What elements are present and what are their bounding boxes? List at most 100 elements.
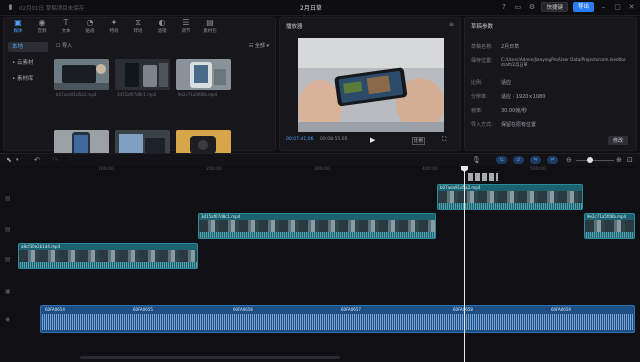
play-icon[interactable]: ▶: [370, 136, 375, 144]
tool-text[interactable]: T 文本: [56, 18, 76, 34]
media-thumb[interactable]: [176, 59, 231, 90]
info-key: 分辨率:: [471, 94, 488, 100]
ruler-tick: 100:00: [98, 167, 114, 172]
info-row: 帧率: 30.00帧/秒: [471, 107, 527, 114]
tool-transition[interactable]: ⧖ 转场: [128, 18, 148, 34]
track-lock-icon[interactable]: ▤: [5, 195, 11, 202]
filter-icon: ◐: [158, 18, 166, 27]
undo-icon[interactable]: ↶: [34, 156, 40, 164]
tool-template[interactable]: ▤ 素材包: [200, 18, 220, 34]
tool-filter[interactable]: ◐ 滤镜: [152, 18, 172, 34]
clip-waveform: [585, 232, 634, 238]
fullscreen-icon[interactable]: ⛶: [442, 136, 446, 144]
linkage-toggle-icon[interactable]: ⇋: [530, 156, 541, 164]
clip-name: b07aea91d5a2.mp4: [440, 185, 481, 190]
info-key: 比例:: [471, 80, 483, 86]
thumb-filename: 9e2c71a5f06b.mp4: [178, 92, 218, 97]
tool-adjust[interactable]: ☰ 调节: [176, 18, 196, 34]
sidebar-item-cloud[interactable]: • 云素材: [8, 58, 48, 68]
track-lock-icon[interactable]: ▤: [5, 256, 11, 263]
info-row: 保存位置: C:/Users/Admin/JianyingPro/User Dat…: [471, 57, 631, 68]
tool-label: 媒体: [13, 29, 23, 34]
tool-sticker[interactable]: ◔ 贴纸: [80, 18, 100, 34]
clip-frames: [199, 220, 435, 232]
sort-dropdown[interactable]: ☷ 全部 ▾: [249, 42, 269, 49]
settings-icon[interactable]: ⚙: [527, 3, 536, 12]
fit-icon[interactable]: ⊡: [627, 156, 633, 164]
export-button[interactable]: 导出: [572, 2, 594, 12]
split-icon[interactable]: ⫶: [70, 156, 72, 165]
sidebar-item-local[interactable]: 本地: [8, 42, 48, 52]
clip-name: 9e2c71a5f06b.mp4: [587, 214, 627, 219]
video-clip[interactable]: 9e2c71a5f06b.mp4: [584, 213, 635, 239]
audio-clip-name: 60FA0658: [453, 307, 473, 312]
chevron-down-icon[interactable]: ▾: [16, 157, 19, 163]
video-clip[interactable]: b07aea91d5a2.mp4: [437, 184, 583, 210]
zoom-slider[interactable]: [576, 160, 614, 161]
clip-waveform: [19, 262, 197, 268]
link-toggle-icon[interactable]: ⇆: [496, 156, 507, 164]
time-ruler[interactable]: 100:00 200:00 300:00 400:00 500:00: [18, 166, 640, 174]
window-title: 2月日草: [300, 5, 322, 12]
redo-icon[interactable]: ↷: [52, 156, 58, 164]
ruler-tick: 400:00: [422, 167, 438, 172]
clip-name: a8cf30e2b1d4.mp4: [21, 244, 61, 249]
tool-effects[interactable]: ✦ 特效: [104, 18, 124, 34]
app-logo-icon: ▮: [8, 3, 13, 11]
timeline[interactable]: 100:00 200:00 300:00 400:00 500:00 ▤ ▤ ▤…: [0, 166, 640, 362]
tool-label: 滤镜: [157, 29, 167, 34]
video-clip[interactable]: a8cf30e2b1d4.mp4: [18, 243, 198, 269]
project-status: 02月01日 草稿项目未保存: [19, 5, 85, 12]
media-thumb[interactable]: [54, 59, 109, 90]
info-value: C:/Users/Admin/JianyingPro/User Data/Pro…: [501, 57, 627, 67]
modify-button[interactable]: 修改: [607, 136, 628, 145]
video-clip[interactable]: 3d15af07d8c1.mp4: [198, 213, 436, 239]
select-tool-icon[interactable]: ⬉: [6, 156, 12, 164]
zoom-out-icon[interactable]: ⊖: [566, 156, 572, 164]
microphone-icon[interactable]: 🎙: [472, 156, 481, 164]
info-value: 2月日草: [501, 44, 520, 50]
sticker-clip[interactable]: [468, 173, 498, 181]
tool-audio[interactable]: ◉ 音频: [32, 18, 52, 34]
minimize-icon[interactable]: –: [599, 3, 608, 12]
playhead[interactable]: [464, 166, 465, 362]
tool-media[interactable]: ▣ 媒体: [8, 18, 28, 34]
import-checkbox[interactable]: ☐ 导入: [56, 43, 72, 49]
audio-clip[interactable]: 60FA0654 60FA0655 60FA0656 60FA0657 60FA…: [40, 305, 635, 333]
shortcut-button[interactable]: 快捷键: [541, 2, 568, 12]
info-row: 导入方式: 保留在原有位置: [471, 121, 536, 128]
info-value: 适应: [501, 80, 512, 86]
maximize-icon[interactable]: ▢: [613, 3, 622, 12]
effects-icon: ✦: [110, 18, 118, 27]
info-row: 草稿名称: 2月日草: [471, 43, 519, 50]
titlebar-left: ▮ 02月01日 草稿项目未保存: [6, 3, 85, 12]
audio-clip-name: 60FA0659: [551, 307, 571, 312]
preview-axis-icon[interactable]: ⇌: [547, 156, 558, 164]
video-preview[interactable]: [298, 38, 444, 132]
tool-label: 转场: [133, 29, 143, 34]
thumb-filename: b07aea91d5a2.mp4: [56, 92, 97, 97]
audio-track-icon[interactable]: ◉: [5, 316, 10, 323]
zoom-in-icon[interactable]: ⊕: [616, 156, 622, 164]
info-value: 适应 · 1920×1080: [501, 94, 546, 100]
zoom-slider-handle[interactable]: [587, 157, 593, 163]
transition-icon: ⧖: [135, 18, 141, 27]
sidebar-item-library[interactable]: • 素材库: [8, 74, 48, 84]
timeline-toolbar: ⬉ ▾ ↶ ↷ ⫶ 🎙 ⇆ ⇄ ⇋ ⇌ ⊖ ⊕ ⊡: [0, 153, 640, 166]
ratio-button[interactable]: 比例: [412, 137, 425, 145]
media-panel: ▣ 媒体 ◉ 音频 T 文本 ◔ 贴纸 ✦ 特效 ⧖ 转场 ◐ 滤镜 ☰ 调节 ▤ 素材包 本地 • 云素材 • …: [3, 17, 276, 161]
track-lock-icon[interactable]: ▤: [5, 226, 11, 233]
clip-name: 3d15af07d8c1.mp4: [201, 214, 241, 219]
horizontal-scrollbar[interactable]: [80, 356, 340, 359]
media-thumb[interactable]: [115, 59, 170, 90]
media-sidebar: 本地 • 云素材 • 素材库: [8, 42, 48, 90]
snap-toggle-icon[interactable]: ⇄: [513, 156, 524, 164]
adjust-icon: ☰: [182, 18, 190, 27]
help-icon[interactable]: ?: [499, 3, 508, 12]
thumb-image: [176, 59, 231, 90]
cover-icon[interactable]: ▣: [5, 288, 11, 295]
layout-icon[interactable]: ▭: [513, 3, 522, 12]
audio-clip-name: 60FA0656: [233, 307, 253, 312]
close-icon[interactable]: ✕: [627, 3, 636, 12]
menu-icon[interactable]: ≡: [449, 21, 454, 28]
